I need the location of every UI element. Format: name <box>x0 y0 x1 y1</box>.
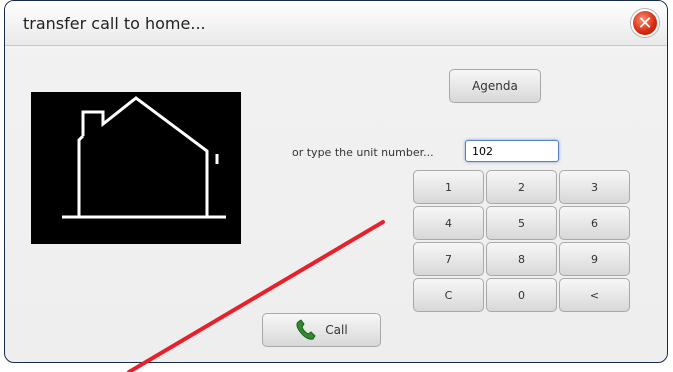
key-3[interactable]: 3 <box>559 170 630 204</box>
key-9[interactable]: 9 <box>559 242 630 276</box>
key-clear[interactable]: C <box>413 278 484 312</box>
close-icon[interactable]: ✕ <box>631 9 659 37</box>
phone-icon <box>296 319 316 340</box>
unit-number-label: or type the unit number... <box>292 146 434 159</box>
dialog-title: transfer call to home... <box>23 14 206 33</box>
key-6[interactable]: 6 <box>559 206 630 240</box>
key-2[interactable]: 2 <box>486 170 557 204</box>
key-8[interactable]: 8 <box>486 242 557 276</box>
key-1[interactable]: 1 <box>413 170 484 204</box>
call-label: Call <box>325 323 348 337</box>
dialog-titlebar: transfer call to home... ✕ <box>5 1 667 46</box>
home-icon <box>31 92 241 244</box>
key-5[interactable]: 5 <box>486 206 557 240</box>
key-4[interactable]: 4 <box>413 206 484 240</box>
key-7[interactable]: 7 <box>413 242 484 276</box>
key-0[interactable]: 0 <box>486 278 557 312</box>
unit-number-input[interactable] <box>465 140 559 162</box>
agenda-button[interactable]: Agenda <box>449 69 541 103</box>
call-button[interactable]: Call <box>262 313 381 347</box>
key-backspace[interactable]: < <box>559 278 630 312</box>
